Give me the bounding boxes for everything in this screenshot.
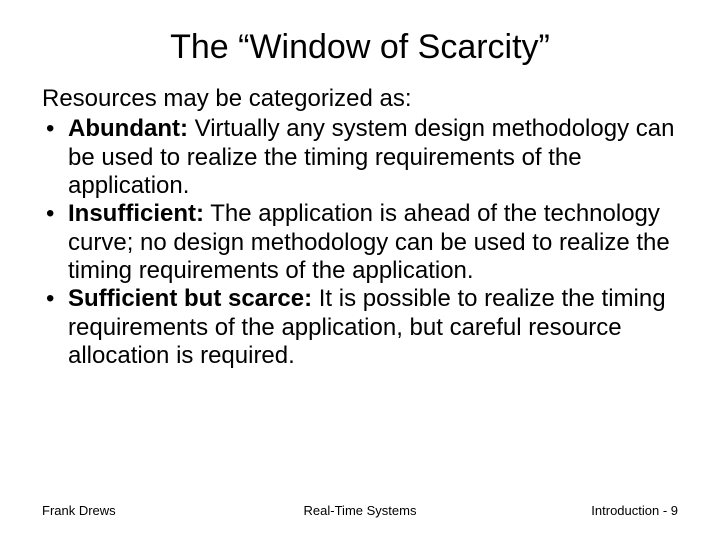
bullet-list: Abundant: Virtually any system design me… [42, 115, 678, 370]
slide: The “Window of Scarcity” Resources may b… [0, 0, 720, 540]
bullet-term: Abundant: [68, 115, 188, 142]
intro-text: Resources may be categorized as: [42, 85, 678, 113]
bullet-item: Insufficient: The application is ahead o… [42, 200, 678, 285]
bullet-term: Insufficient: [68, 200, 204, 227]
footer-left: Frank Drews [42, 503, 116, 518]
bullet-item: Sufficient but scarce: It is possible to… [42, 285, 678, 370]
slide-footer: Real-Time Systems Frank Drews Introducti… [0, 503, 720, 518]
bullet-term: Sufficient but scarce: [68, 285, 312, 312]
slide-body: Resources may be categorized as: Abundan… [0, 85, 720, 370]
footer-right: Introduction - 9 [591, 503, 678, 518]
bullet-item: Abundant: Virtually any system design me… [42, 115, 678, 200]
slide-title: The “Window of Scarcity” [0, 0, 720, 85]
